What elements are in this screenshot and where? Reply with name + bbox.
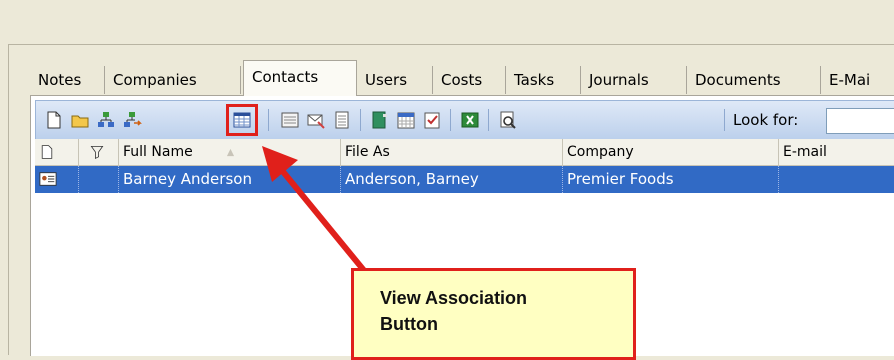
view-association-highlight — [226, 104, 258, 136]
phone-book-icon[interactable] — [370, 110, 390, 130]
toolbar-separator — [268, 109, 269, 131]
table-row[interactable]: Barney Anderson Anderson, Barney Premier… — [35, 166, 894, 193]
toolbar-separator — [450, 109, 451, 131]
link-contacts-icon[interactable] — [96, 110, 116, 130]
contact-card-icon — [39, 172, 57, 186]
file-as-cell: Anderson, Barney — [341, 166, 563, 193]
tab-contacts[interactable]: Contacts — [243, 60, 357, 96]
mail-icon[interactable] — [306, 110, 326, 130]
callout-text: View Association Button — [380, 285, 610, 337]
row-flag-cell — [79, 166, 119, 193]
filter-icon — [90, 146, 104, 160]
callout-line-2: Button — [380, 314, 438, 334]
tab-bar: Notes Companies Contacts Users Costs Tas… — [30, 60, 894, 96]
top-divider — [8, 44, 894, 45]
calendar-icon[interactable] — [396, 110, 416, 130]
list-icon[interactable] — [332, 110, 352, 130]
new-icon[interactable] — [44, 110, 64, 130]
document-icon — [41, 145, 53, 159]
sort-ascending-icon — [226, 148, 235, 157]
file-as-header-label: File As — [345, 144, 390, 160]
row-icon-cell — [35, 166, 79, 193]
view-association-callout: View Association Button — [351, 268, 636, 360]
email-column-header[interactable]: E-mail — [779, 139, 894, 165]
tab-journals[interactable]: Journals — [581, 66, 687, 94]
checklist-icon[interactable] — [422, 110, 442, 130]
callout-line-1: View Association — [380, 288, 528, 308]
toolbar: Look for: — [35, 100, 894, 140]
search-input[interactable] — [826, 108, 894, 134]
tab-notes[interactable]: Notes — [30, 66, 105, 94]
look-for-label: Look for: — [733, 111, 799, 129]
company-column-header[interactable]: Company — [563, 139, 779, 165]
company-header-label: Company — [567, 144, 634, 160]
tab-email[interactable]: E-Mai — [821, 66, 894, 94]
email-header-label: E-mail — [783, 144, 827, 160]
full-name-column-header[interactable]: Full Name — [119, 139, 341, 165]
tab-users[interactable]: Users — [357, 66, 433, 94]
excel-icon[interactable] — [460, 110, 480, 130]
full-name-cell: Barney Anderson — [119, 166, 341, 193]
toolbar-separator — [724, 109, 725, 131]
filter-column-header[interactable] — [79, 139, 119, 165]
company-cell: Premier Foods — [563, 166, 779, 193]
toolbar-separator — [360, 109, 361, 131]
tab-costs[interactable]: Costs — [433, 66, 506, 94]
form-icon[interactable] — [280, 110, 300, 130]
link-arrow-icon[interactable] — [122, 110, 142, 130]
tab-tasks[interactable]: Tasks — [506, 66, 581, 94]
open-folder-icon[interactable] — [70, 110, 90, 130]
grid-header: Full Name File As Company E-mail — [35, 139, 894, 166]
find-icon[interactable] — [498, 110, 518, 130]
left-divider — [8, 44, 9, 355]
toolbar-separator — [488, 109, 489, 131]
tab-companies[interactable]: Companies — [105, 66, 241, 94]
tab-documents[interactable]: Documents — [687, 66, 821, 94]
file-as-column-header[interactable]: File As — [341, 139, 563, 165]
full-name-header-label: Full Name — [123, 144, 193, 160]
document-column-header[interactable] — [35, 139, 79, 165]
email-cell — [779, 166, 894, 193]
